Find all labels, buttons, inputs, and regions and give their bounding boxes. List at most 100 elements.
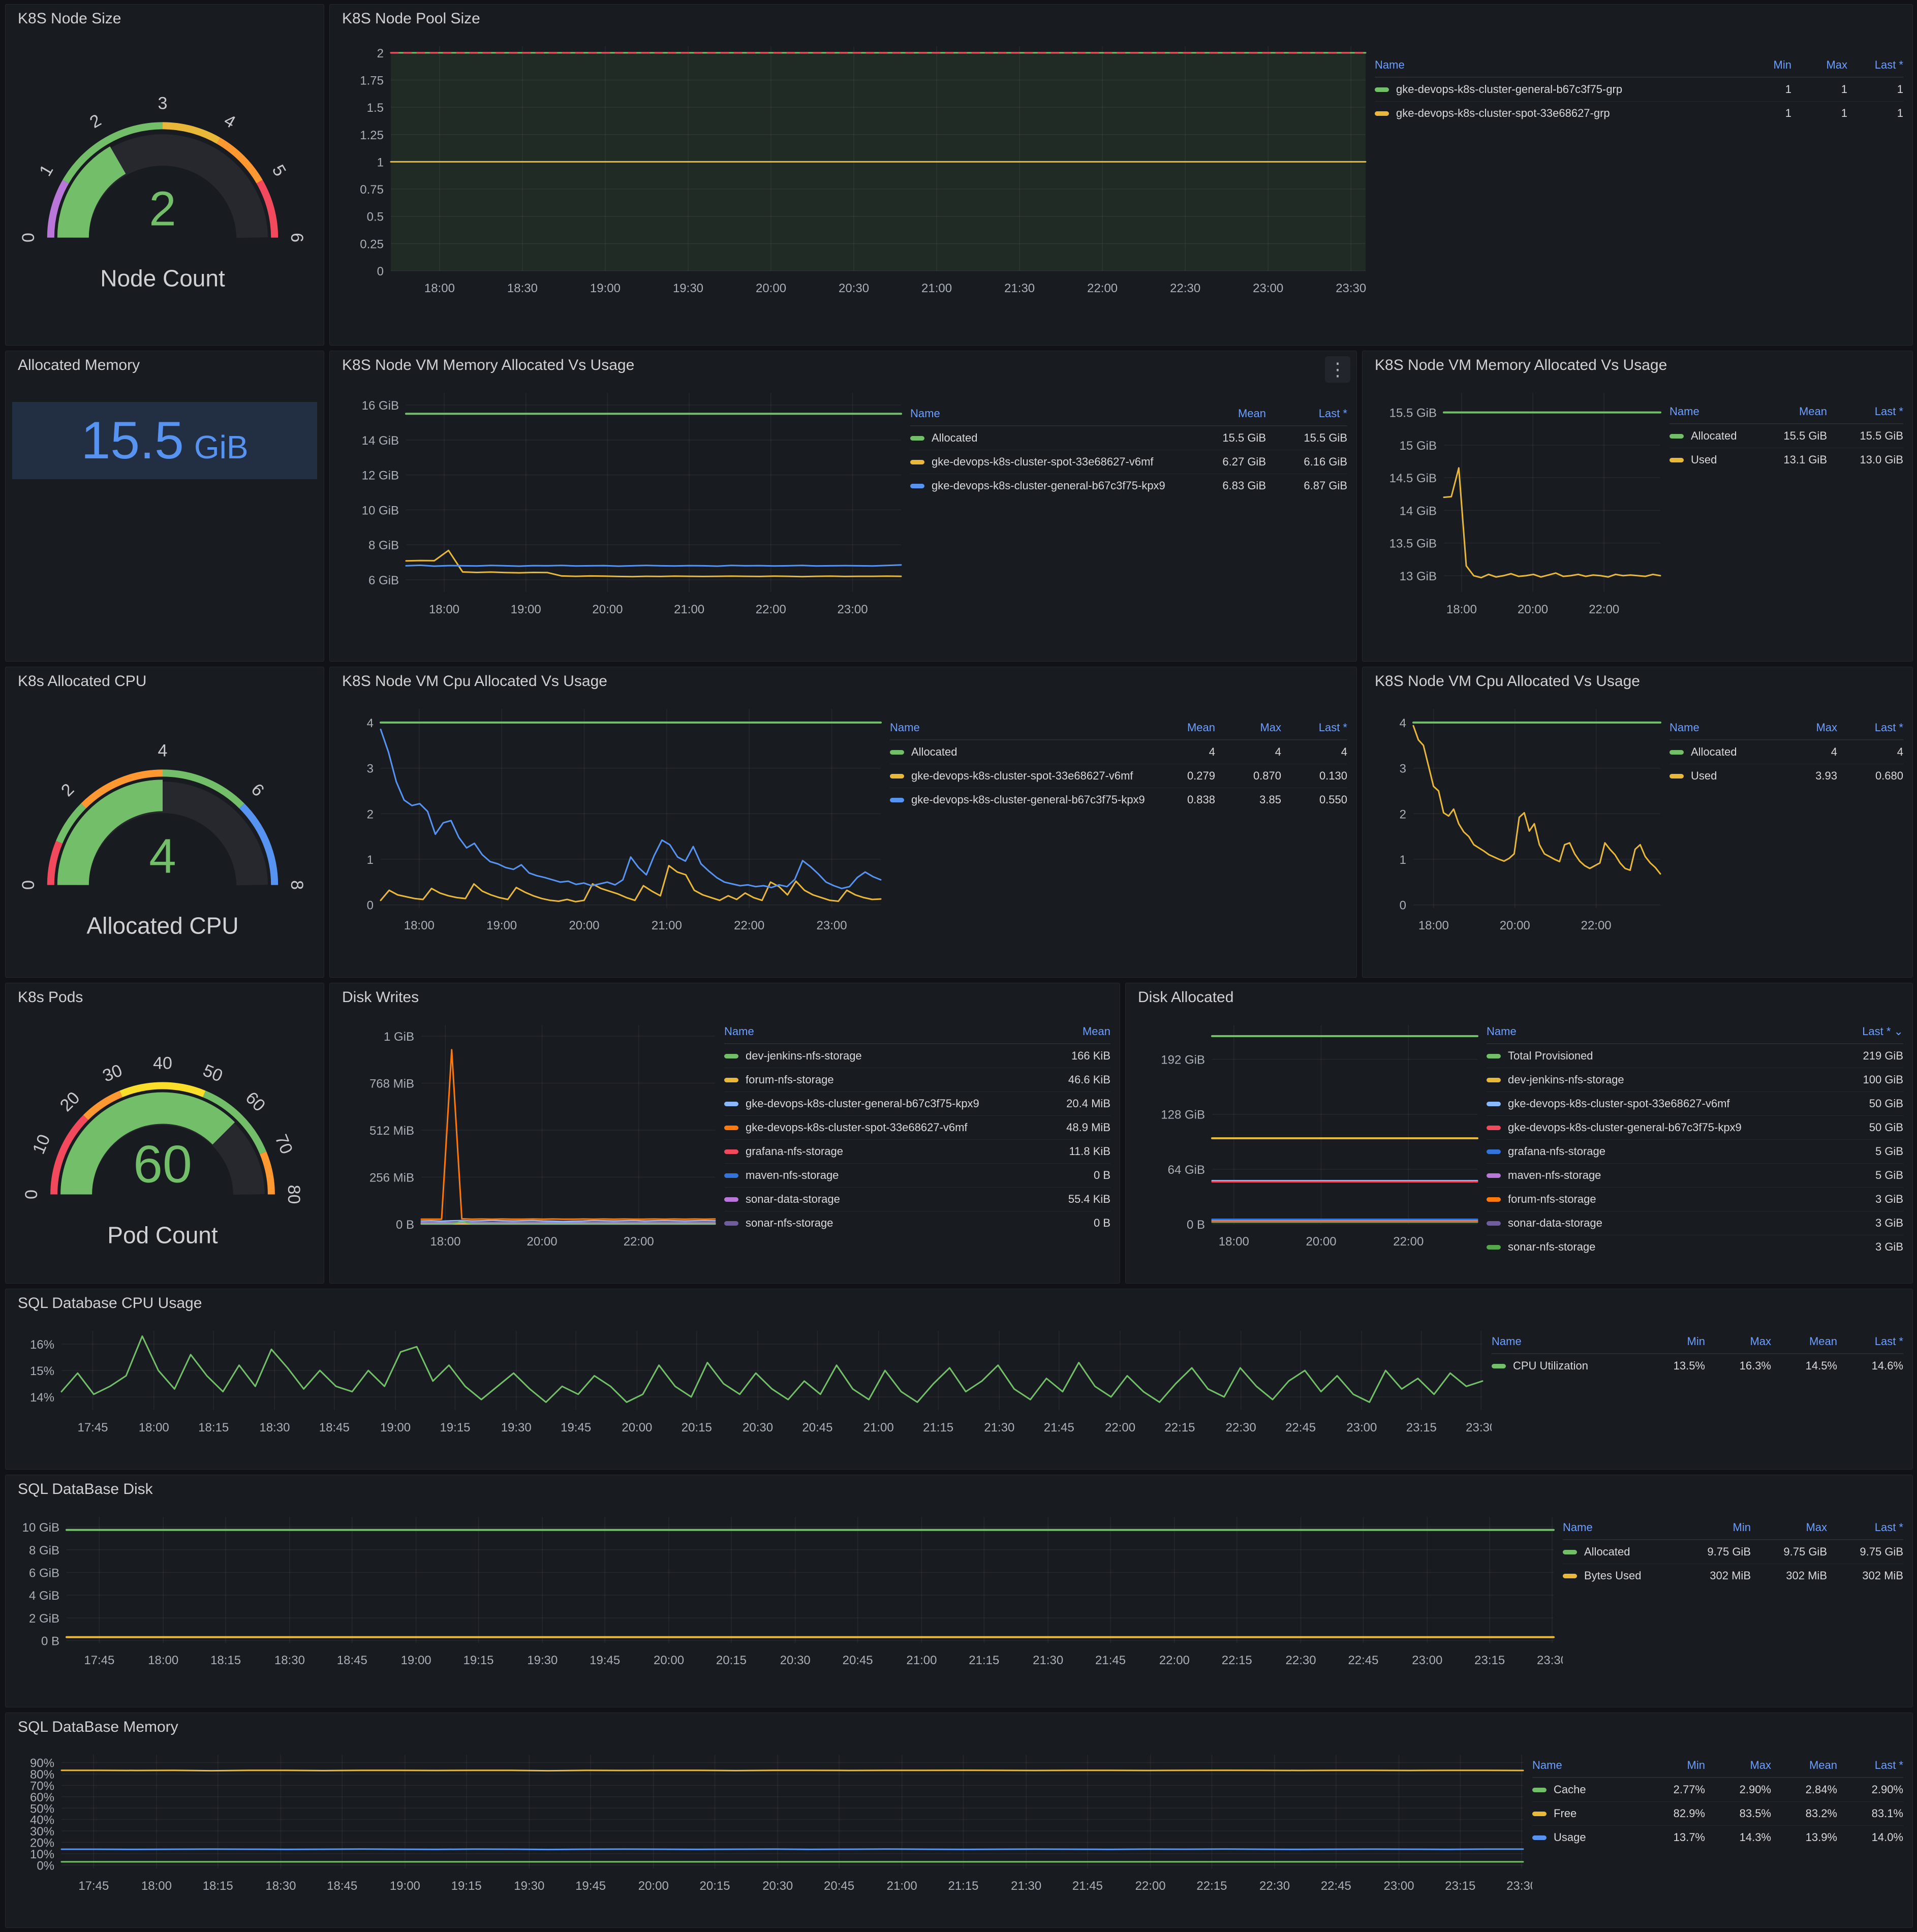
legend-series-name[interactable]: Bytes Used bbox=[1563, 1569, 1675, 1582]
legend-series-name[interactable]: Allocated bbox=[890, 745, 1149, 759]
legend-header-col[interactable]: Min bbox=[1736, 58, 1791, 72]
legend-series-name[interactable]: gke-devops-k8s-cluster-general-b67c3f75-… bbox=[1487, 1121, 1817, 1134]
legend-header-col[interactable]: Min bbox=[1639, 1759, 1705, 1772]
legend-series-name[interactable]: dev-jenkins-nfs-storage bbox=[1487, 1073, 1817, 1086]
legend-series-name[interactable]: grafana-nfs-storage bbox=[724, 1145, 1014, 1158]
legend-header-name[interactable]: Name bbox=[1492, 1335, 1639, 1348]
legend-series-name[interactable]: CPU Utilization bbox=[1492, 1359, 1639, 1373]
legend-series-name[interactable]: sonar-nfs-storage bbox=[724, 1217, 1014, 1230]
svg-text:30: 30 bbox=[100, 1061, 125, 1086]
legend-series-name[interactable]: Used bbox=[1669, 453, 1751, 466]
legend-series-name[interactable]: dev-jenkins-nfs-storage bbox=[724, 1049, 1014, 1063]
legend-series-name[interactable]: Allocated bbox=[1669, 429, 1751, 443]
svg-text:22:15: 22:15 bbox=[1222, 1654, 1252, 1667]
legend-header-col[interactable]: Last * bbox=[1266, 407, 1347, 420]
legend-series-name[interactable]: gke-devops-k8s-cluster-general-b67c3f75-… bbox=[910, 479, 1185, 492]
svg-text:18:00: 18:00 bbox=[1219, 1235, 1249, 1249]
legend-series-name[interactable]: maven-nfs-storage bbox=[1487, 1169, 1817, 1182]
legend-series-name[interactable]: Free bbox=[1532, 1807, 1639, 1820]
legend-header-name[interactable]: Name bbox=[1532, 1759, 1639, 1772]
legend-series-name[interactable]: gke-devops-k8s-cluster-spot-33e68627-v6m… bbox=[890, 769, 1149, 783]
legend-header-col[interactable]: Min bbox=[1639, 1335, 1705, 1348]
legend-series-name[interactable]: grafana-nfs-storage bbox=[1487, 1145, 1817, 1158]
legend-header-col[interactable]: Max bbox=[1215, 721, 1281, 734]
panel-title[interactable]: SQL Database CPU Usage bbox=[6, 1289, 1912, 1318]
legend-header-name[interactable]: Name bbox=[1563, 1521, 1675, 1534]
legend-header-col[interactable]: Max bbox=[1705, 1759, 1771, 1772]
legend-series-name[interactable]: Allocated bbox=[1563, 1545, 1675, 1559]
panel-title[interactable]: K8S Node Size bbox=[6, 5, 324, 33]
svg-text:19:15: 19:15 bbox=[463, 1654, 493, 1667]
legend-header-col[interactable]: Last * bbox=[1281, 721, 1347, 734]
legend-header-name[interactable]: Name bbox=[1375, 58, 1736, 72]
legend-series-name[interactable]: gke-devops-k8s-cluster-spot-33e68627-grp bbox=[1375, 107, 1736, 120]
legend-series-name[interactable]: gke-devops-k8s-cluster-general-b67c3f75-… bbox=[724, 1097, 1014, 1110]
panel-title[interactable]: Disk Writes bbox=[330, 983, 1120, 1012]
legend-series-name[interactable]: Total Provisioned bbox=[1487, 1049, 1817, 1063]
legend-series-name[interactable]: sonar-nfs-storage bbox=[1487, 1240, 1817, 1254]
legend-header-name[interactable]: Name bbox=[890, 721, 1149, 734]
series-color-swatch bbox=[1532, 1787, 1547, 1792]
legend-series-name[interactable]: Usage bbox=[1532, 1831, 1639, 1844]
legend-header-col[interactable]: Mean bbox=[1185, 407, 1266, 420]
legend-series-name[interactable]: Allocated bbox=[1669, 745, 1771, 759]
legend-header-col[interactable]: Last * bbox=[1827, 1521, 1903, 1534]
legend-header-col[interactable]: Max bbox=[1791, 58, 1847, 72]
legend-header-col[interactable]: Last * bbox=[1837, 721, 1903, 734]
legend-series-name[interactable]: sonar-data-storage bbox=[724, 1193, 1014, 1206]
panel-title[interactable]: K8s Pods bbox=[6, 983, 324, 1012]
legend-series-name[interactable]: maven-nfs-storage bbox=[724, 1169, 1014, 1182]
legend-header-name[interactable]: Name bbox=[724, 1025, 1014, 1038]
panel-title[interactable]: Disk Allocated bbox=[1126, 983, 1912, 1012]
legend-series-name[interactable]: Cache bbox=[1532, 1783, 1639, 1796]
legend-header-col[interactable]: Last * bbox=[1827, 405, 1903, 418]
legend-row: sonar-data-storage 55.4 KiB bbox=[724, 1187, 1110, 1211]
legend-series-name[interactable]: forum-nfs-storage bbox=[1487, 1193, 1817, 1206]
legend-header-col[interactable]: Min bbox=[1675, 1521, 1751, 1534]
legend-series-name[interactable]: gke-devops-k8s-cluster-general-b67c3f75-… bbox=[1375, 83, 1736, 96]
legend-series-name[interactable]: Allocated bbox=[910, 431, 1185, 445]
panel-menu-icon[interactable]: ⋮ bbox=[1325, 356, 1350, 383]
legend-header-col[interactable]: Last * bbox=[1837, 1335, 1903, 1348]
legend-header-col[interactable]: Mean bbox=[1771, 1759, 1837, 1772]
legend-series-name[interactable]: gke-devops-k8s-cluster-spot-33e68627-v6m… bbox=[910, 455, 1185, 469]
legend-header-name[interactable]: Name bbox=[1487, 1025, 1817, 1038]
svg-text:40: 40 bbox=[153, 1054, 172, 1073]
svg-text:1: 1 bbox=[1400, 853, 1406, 867]
legend-series-name[interactable]: sonar-data-storage bbox=[1487, 1217, 1817, 1230]
svg-text:18:00: 18:00 bbox=[1418, 919, 1449, 932]
legend-header-col[interactable]: Last * bbox=[1837, 1759, 1903, 1772]
panel-title[interactable]: K8s Allocated CPU bbox=[6, 667, 324, 696]
legend-header-col[interactable]: Mean bbox=[1751, 405, 1827, 418]
legend-table: Name Mean Max Last * Allocated 4 4 4 gke-devops-… bbox=[890, 716, 1347, 812]
legend-series-name[interactable]: gke-devops-k8s-cluster-spot-33e68627-v6m… bbox=[1487, 1097, 1817, 1110]
legend-header-name[interactable]: Name bbox=[910, 407, 1185, 420]
legend-value: 3 GiB bbox=[1875, 1217, 1903, 1229]
series-color-swatch bbox=[724, 1053, 738, 1058]
legend-series-name[interactable]: forum-nfs-storage bbox=[724, 1073, 1014, 1086]
panel-title[interactable]: K8S Node Pool Size bbox=[330, 5, 1912, 33]
legend-header-name[interactable]: Name bbox=[1669, 405, 1751, 418]
panel-title[interactable]: K8S Node VM Memory Allocated Vs Usage bbox=[1363, 351, 1912, 380]
svg-text:21:00: 21:00 bbox=[906, 1654, 937, 1667]
legend-header-col[interactable]: Max bbox=[1705, 1335, 1771, 1348]
svg-text:15.5 GiB: 15.5 GiB bbox=[1389, 407, 1437, 420]
legend-header-col[interactable]: Mean bbox=[1771, 1335, 1837, 1348]
panel-title[interactable]: K8S Node VM Memory Allocated Vs Usage bbox=[330, 351, 1356, 380]
panel-title[interactable]: SQL DataBase Disk bbox=[6, 1475, 1912, 1504]
panel-title[interactable]: K8S Node VM Cpu Allocated Vs Usage bbox=[1363, 667, 1912, 696]
legend-header-col[interactable]: Max bbox=[1751, 1521, 1827, 1534]
legend-header-col[interactable]: Last * ⌄ bbox=[1817, 1025, 1903, 1038]
legend-header-col[interactable]: Max bbox=[1771, 721, 1837, 734]
legend-series-name[interactable]: gke-devops-k8s-cluster-general-b67c3f75-… bbox=[890, 793, 1149, 806]
legend-header-col[interactable]: Last * bbox=[1847, 58, 1903, 72]
legend-header-col[interactable]: Mean bbox=[1014, 1025, 1110, 1038]
legend-header-name[interactable]: Name bbox=[1669, 721, 1771, 734]
panel-title[interactable]: Allocated Memory bbox=[6, 351, 324, 380]
legend-series-name[interactable]: gke-devops-k8s-cluster-spot-33e68627-v6m… bbox=[724, 1121, 1014, 1134]
legend-header-col[interactable]: Mean bbox=[1149, 721, 1215, 734]
legend-series-name[interactable]: Used bbox=[1669, 769, 1771, 783]
series-color-swatch bbox=[1487, 1101, 1501, 1106]
panel-title[interactable]: K8S Node VM Cpu Allocated Vs Usage bbox=[330, 667, 1356, 696]
panel-title[interactable]: SQL DataBase Memory bbox=[6, 1713, 1912, 1741]
